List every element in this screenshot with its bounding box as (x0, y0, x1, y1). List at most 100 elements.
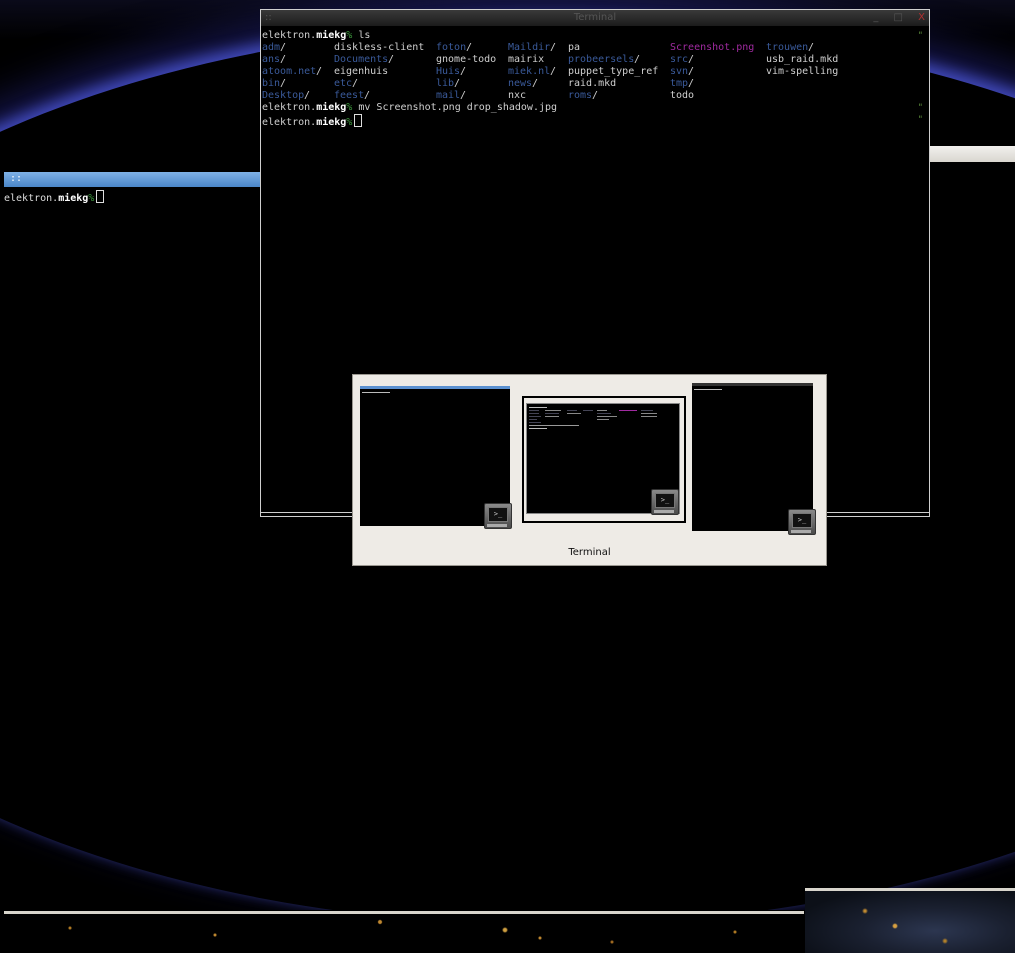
prompt-host: elektron. (262, 102, 317, 113)
line-marker: " (917, 31, 923, 41)
dir-slash: / (466, 42, 473, 53)
mini-prompt (529, 407, 547, 408)
icon-glyph: >_ (792, 513, 812, 528)
dir-slash: / (634, 54, 641, 65)
dir-slash: / (304, 90, 311, 101)
dir-slash: / (352, 78, 359, 89)
main-terminal-titlebar[interactable]: :: Terminal _ □ X (261, 10, 929, 26)
mini-ls (567, 410, 577, 411)
ls-entry: lib (436, 78, 455, 89)
switcher-thumb-1[interactable]: >_ (360, 386, 512, 529)
mini-command (529, 425, 579, 426)
ls-entry: foton (436, 42, 467, 53)
terminal-line: elektron.miekg% ls " (262, 30, 929, 42)
titlebar-grip-icon[interactable]: :: (265, 10, 272, 26)
ls-entry: miek.nl (508, 66, 551, 77)
command-text: mv Screenshot.png drop_shadow.jpg (358, 102, 558, 113)
window-edge-right[interactable] (930, 146, 1015, 162)
dir-slash: / (388, 54, 395, 65)
ls-entry: adm (262, 42, 281, 53)
terminal-app-icon: >_ (651, 489, 679, 515)
switcher-thumb-3[interactable]: >_ (692, 383, 816, 535)
ls-entry: probeersels (568, 54, 635, 65)
ls-entry: todo (670, 90, 695, 101)
dir-slash: / (688, 54, 695, 65)
dir-slash: / (550, 66, 557, 77)
ls-entry: news (508, 78, 533, 89)
dir-slash: / (316, 66, 323, 77)
ls-entry: nxc (508, 90, 527, 101)
ls-entry: diskless-client (334, 42, 425, 53)
dir-slash: / (550, 42, 557, 53)
window-buttons[interactable]: _ □ X (873, 10, 925, 26)
mini-ls (641, 410, 653, 411)
ls-entry: Screenshot.png (670, 42, 755, 53)
terminal-app-icon: >_ (484, 503, 512, 529)
dir-slash: / (688, 66, 695, 77)
prompt-host: elektron. (4, 193, 59, 204)
mini-ls (641, 413, 657, 414)
left-terminal-titlebar[interactable]: :: (4, 172, 260, 187)
ls-entry: Maildir (508, 42, 551, 53)
mini-ls (545, 410, 561, 411)
icon-glyph: >_ (488, 507, 508, 522)
prompt-user: miekg (316, 30, 347, 41)
dir-slash: / (280, 54, 287, 65)
ls-row: adm / diskless-client foton / Maildir / pa Scree… (262, 42, 929, 54)
earth-photo-window[interactable] (805, 888, 1015, 953)
window-title: Terminal (573, 12, 617, 23)
prompt-user: miekg (316, 102, 347, 113)
ls-entry: pa (568, 42, 581, 53)
ls-entry: Huis (436, 66, 461, 77)
ls-entry: vim-spelling (766, 66, 839, 77)
ls-row: Desktop / feest / mail / nxc roms / todo (262, 90, 929, 102)
switcher-thumb-2-selected[interactable]: >_ (522, 396, 686, 523)
mini-ls (529, 422, 541, 423)
switcher-label: Terminal (568, 547, 611, 558)
mini-ls (641, 416, 657, 417)
prompt-host: elektron. (262, 117, 317, 128)
left-terminal-prompt[interactable]: elektron.miekg% (4, 190, 260, 204)
terminal-cursor (96, 190, 105, 203)
command-text: ls (358, 30, 371, 41)
terminal-line: elektron.miekg% mv Screenshot.png drop_s… (262, 102, 929, 114)
mini-titlebar (360, 386, 510, 389)
terminal-line[interactable]: elektron.miekg% " (262, 114, 929, 128)
prompt-symbol: % (346, 102, 353, 113)
dir-slash: / (460, 66, 467, 77)
dir-slash: / (454, 78, 461, 89)
mini-ls (545, 413, 559, 414)
close-icon[interactable]: X (918, 12, 925, 23)
dir-slash: / (280, 78, 287, 89)
prompt-symbol: % (346, 117, 353, 128)
mini-ls (529, 419, 537, 420)
ls-row: ans / Documents / gnome-todo mairix probeersel… (262, 54, 929, 66)
terminal-body[interactable]: elektron.miekg% ls " adm / diskless-client f… (261, 26, 929, 128)
mini-prompt (694, 389, 722, 390)
mini-ls (619, 410, 637, 411)
icon-base (791, 530, 811, 533)
minimize-maximize-icons[interactable]: _ □ (873, 12, 918, 23)
ls-output: adm / diskless-client foton / Maildir / pa Scree… (262, 42, 929, 102)
mini-ls (583, 410, 593, 411)
titlebar-grip-icon[interactable]: :: (10, 173, 22, 185)
ls-entry: tmp (670, 78, 689, 89)
mini-ls (567, 413, 581, 414)
mini-prompt (529, 428, 547, 429)
icon-base (654, 510, 674, 513)
ls-entry: eigenhuis (334, 66, 389, 77)
panel-bar[interactable] (4, 911, 804, 914)
ls-row: atoom.net / eigenhuis Huis / miek.nl / puppet_t… (262, 66, 929, 78)
ls-entry: mairix (508, 54, 545, 65)
ls-entry: usb_raid.mkd (766, 54, 839, 65)
window-switcher[interactable]: >_ >_ >_ Terminal (352, 374, 827, 566)
left-terminal-window[interactable]: :: elektron.miekg% (4, 172, 260, 204)
mini-ls (529, 410, 539, 411)
mini-ls (597, 410, 607, 411)
ls-entry: puppet_type_ref (568, 66, 659, 77)
prompt-user: miekg (316, 117, 347, 128)
mini-titlebar (692, 383, 813, 386)
ls-entry: svn (670, 66, 689, 77)
ls-entry: atoom.net (262, 66, 317, 77)
prompt-symbol: % (346, 30, 353, 41)
